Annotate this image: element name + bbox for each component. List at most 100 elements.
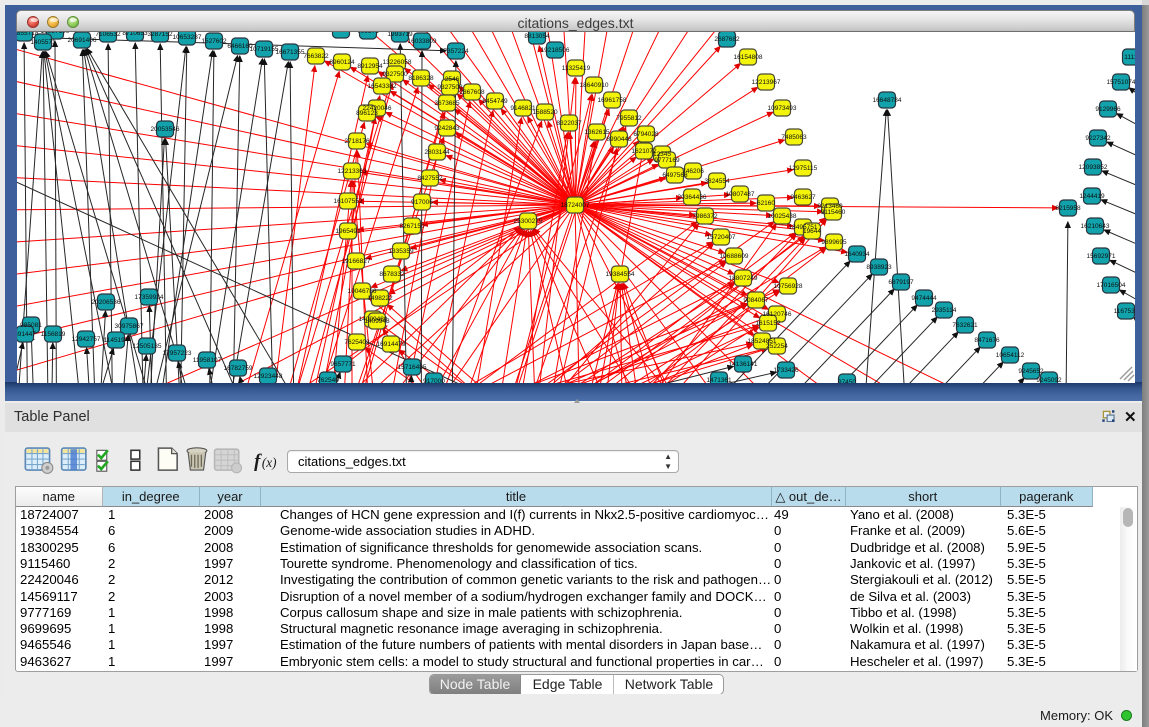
svg-text:18807249: 18807249 xyxy=(728,275,757,282)
svg-text:8215958: 8215958 xyxy=(1055,205,1081,212)
svg-text:13226058: 13226058 xyxy=(382,59,411,66)
svg-text:9327500: 9327500 xyxy=(382,71,408,78)
svg-text:2687682: 2687682 xyxy=(714,36,740,43)
svg-text:(x): (x) xyxy=(262,455,277,470)
svg-text:799371: 799371 xyxy=(357,31,379,35)
svg-text:746206: 746206 xyxy=(682,168,704,175)
svg-text:1993719: 1993719 xyxy=(387,31,413,38)
svg-text:1362615: 1362615 xyxy=(584,129,610,136)
svg-text:7485063: 7485063 xyxy=(781,134,807,141)
svg-text:8678332: 8678332 xyxy=(379,271,405,278)
svg-text:20691406: 20691406 xyxy=(67,37,96,44)
svg-text:1588520: 1588520 xyxy=(532,109,558,116)
svg-text:15692971: 15692971 xyxy=(1086,253,1115,260)
svg-text:16033809: 16033809 xyxy=(407,38,436,45)
svg-text:16648784: 16648784 xyxy=(872,97,901,104)
svg-text:3824554: 3824554 xyxy=(704,178,730,185)
svg-text:7357224: 7357224 xyxy=(443,48,469,55)
svg-text:762540: 762540 xyxy=(317,377,339,383)
svg-text:15720407: 15720407 xyxy=(706,234,735,241)
svg-text:9899695: 9899695 xyxy=(821,239,847,246)
svg-text:8960124: 8960124 xyxy=(329,59,355,66)
svg-text:10973493: 10973493 xyxy=(767,105,796,112)
svg-text:1527602: 1527602 xyxy=(201,38,227,45)
svg-text:16120746: 16120746 xyxy=(762,311,791,318)
svg-text:7986372: 7986372 xyxy=(692,213,718,220)
svg-text:1112: 1112 xyxy=(1124,54,1135,61)
svg-text:12942757: 12942757 xyxy=(71,336,100,343)
svg-text:8990448: 8990448 xyxy=(606,136,632,143)
svg-text:10719155: 10719155 xyxy=(249,46,278,53)
svg-text:14136141: 14136141 xyxy=(728,361,757,368)
svg-text:19937199: 19937199 xyxy=(40,31,69,35)
svg-text:12923448: 12923448 xyxy=(253,373,282,380)
svg-text:15751074: 15751074 xyxy=(1106,79,1134,86)
svg-text:17957223: 17957223 xyxy=(162,350,191,357)
svg-text:3287152: 3287152 xyxy=(147,31,173,38)
svg-text:917000: 917000 xyxy=(423,378,445,383)
svg-text:17016504: 17016504 xyxy=(1096,282,1125,289)
svg-text:1640934: 1640934 xyxy=(844,251,870,258)
svg-text:97450: 97450 xyxy=(837,379,855,383)
svg-text:9463627: 9463627 xyxy=(790,194,816,201)
svg-text:1335359: 1335359 xyxy=(388,248,414,255)
svg-text:12213967: 12213967 xyxy=(751,79,780,86)
svg-text:7955812: 7955812 xyxy=(616,115,642,122)
svg-text:9227342: 9227342 xyxy=(1085,135,1111,142)
svg-text:9474444: 9474444 xyxy=(911,295,937,302)
svg-text:10046786: 10046786 xyxy=(347,288,376,295)
svg-text:8186328: 8186328 xyxy=(408,75,434,82)
svg-text:6879197: 6879197 xyxy=(888,279,914,286)
svg-text:8471676: 8471676 xyxy=(974,337,1000,344)
svg-text:1498222: 1498222 xyxy=(367,295,393,302)
svg-text:2867608: 2867608 xyxy=(459,89,485,96)
svg-text:1471361: 1471361 xyxy=(706,377,732,383)
svg-text:6794028: 6794028 xyxy=(633,131,659,138)
svg-text:8813054: 8813054 xyxy=(524,33,550,40)
svg-text:3673685: 3673685 xyxy=(434,100,460,107)
svg-text:10756928: 10756928 xyxy=(773,283,802,290)
svg-text:16671355: 16671355 xyxy=(275,49,304,56)
svg-text:917006: 917006 xyxy=(411,199,433,206)
svg-text:9242843: 9242843 xyxy=(434,125,460,132)
svg-text:19644: 19644 xyxy=(802,228,820,235)
svg-text:2546: 2546 xyxy=(444,76,459,83)
svg-text:30975867: 30975867 xyxy=(114,323,143,330)
svg-text:19218506: 19218506 xyxy=(540,47,569,54)
svg-text:9115460: 9115460 xyxy=(820,209,845,216)
svg-text:20364436: 20364436 xyxy=(677,194,706,201)
svg-text:9129966: 9129966 xyxy=(1095,106,1121,113)
svg-text:9245652: 9245652 xyxy=(1018,368,1044,375)
svg-text:11958107: 11958107 xyxy=(192,357,221,364)
svg-text:1156819: 1156819 xyxy=(40,331,65,338)
svg-text:2718176: 2718176 xyxy=(344,138,370,145)
svg-text:20053546: 20053546 xyxy=(150,126,179,133)
svg-text:19166827: 19166827 xyxy=(341,258,370,265)
svg-text:16782759: 16782759 xyxy=(223,365,252,372)
svg-text:8454749: 8454749 xyxy=(482,98,508,105)
svg-text:8710653: 8710653 xyxy=(122,31,148,37)
svg-text:18640910: 18640910 xyxy=(579,82,608,89)
svg-text:16961758: 16961758 xyxy=(597,97,626,104)
svg-text:2935114: 2935114 xyxy=(931,307,956,314)
svg-text:896123: 896123 xyxy=(356,110,378,117)
svg-text:12093852: 12093852 xyxy=(1078,164,1107,171)
svg-text:15716485: 15716485 xyxy=(397,364,426,371)
svg-text:1145194: 1145194 xyxy=(103,337,128,344)
svg-text:10654112: 10654112 xyxy=(995,352,1024,359)
svg-text:1167534: 1167534 xyxy=(1113,308,1134,315)
svg-text:7632621: 7632621 xyxy=(952,322,978,329)
svg-text:12213363: 12213363 xyxy=(337,168,366,175)
svg-text:16543382: 16543382 xyxy=(367,83,396,90)
svg-text:8267150: 8267150 xyxy=(399,223,425,230)
svg-text:16914479: 16914479 xyxy=(376,341,405,348)
svg-text:252254: 252254 xyxy=(766,343,788,350)
svg-text:12975115: 12975115 xyxy=(788,165,817,172)
svg-text:11325419: 11325419 xyxy=(561,65,590,72)
svg-text:1733426: 1733426 xyxy=(773,367,799,374)
svg-text:7106532: 7106532 xyxy=(95,31,121,38)
svg-text:9084067: 9084067 xyxy=(743,297,769,304)
svg-text:1244419: 1244419 xyxy=(1079,193,1105,200)
svg-text:10807487: 10807487 xyxy=(725,191,754,198)
svg-text:19384554: 19384554 xyxy=(605,271,634,278)
